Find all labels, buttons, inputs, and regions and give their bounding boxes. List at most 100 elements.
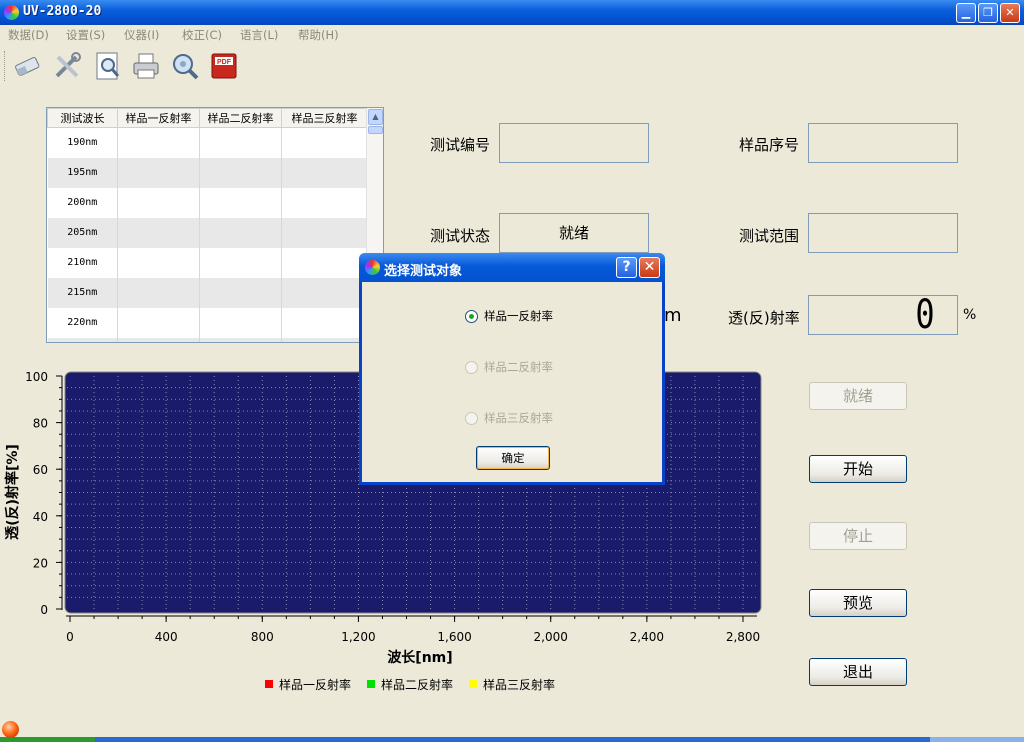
- table-row[interactable]: 195nm: [47, 157, 368, 188]
- cell-sample2[interactable]: [199, 157, 282, 188]
- radio-icon[interactable]: [465, 412, 478, 425]
- search-settings-icon[interactable]: [170, 51, 200, 81]
- printer-icon[interactable]: [131, 51, 161, 81]
- cell-sample3[interactable]: [281, 247, 368, 278]
- cell-sample1[interactable]: [117, 127, 200, 158]
- cell-sample1[interactable]: [117, 157, 200, 188]
- cell-sample1[interactable]: [117, 277, 200, 308]
- menu-language[interactable]: 语言(L): [240, 27, 278, 43]
- menu-data[interactable]: 数据(D): [8, 27, 49, 43]
- chart-legend: 样品一反射率 样品二反射率 样品三反射率: [265, 677, 555, 692]
- menu-settings[interactable]: 设置(S): [66, 27, 105, 43]
- radio-sample3[interactable]: 样品三反射率: [465, 410, 553, 426]
- radio-label: 样品三反射率: [484, 411, 553, 425]
- cell-sample3[interactable]: [281, 277, 368, 308]
- cell-wavelength[interactable]: 205nm: [47, 217, 118, 248]
- scroll-up-icon[interactable]: ▲: [368, 109, 383, 125]
- cell-sample3[interactable]: [281, 127, 368, 158]
- cell-sample2[interactable]: [199, 187, 282, 218]
- cell-wavelength[interactable]: 215nm: [47, 277, 118, 308]
- window-titlebar[interactable]: UV-2800-20 ▁ ❐ ✕: [0, 0, 1024, 25]
- table-row[interactable]: 200nm: [47, 187, 368, 218]
- x-tick-label: 2,400: [630, 630, 664, 644]
- x-tick-label: 800: [251, 630, 274, 644]
- legend-swatch-sample1: [265, 680, 273, 688]
- toolbar-grip[interactable]: [4, 51, 7, 81]
- test-status-field: 就绪: [499, 213, 649, 253]
- cell-sample3[interactable]: [281, 157, 368, 188]
- start-button[interactable]: 开始: [809, 455, 907, 483]
- scroll-thumb[interactable]: [368, 126, 383, 134]
- col-header-sample2[interactable]: 样品二反射率: [199, 108, 282, 128]
- cell-sample1[interactable]: [117, 247, 200, 278]
- cell-wavelength[interactable]: 190nm: [47, 127, 118, 158]
- cell-wavelength[interactable]: 200nm: [47, 187, 118, 218]
- cell-sample3[interactable]: [281, 187, 368, 218]
- cell-wavelength[interactable]: 220nm: [47, 307, 118, 338]
- eraser-icon[interactable]: [12, 51, 42, 81]
- data-table-panel[interactable]: 测试波长 样品一反射率 样品二反射率 样品三反射率 190nm 195nm 20…: [46, 107, 384, 343]
- cell-wavelength[interactable]: 210nm: [47, 247, 118, 278]
- cell-sample1[interactable]: [117, 307, 200, 338]
- col-header-wavelength[interactable]: 测试波长: [47, 108, 118, 128]
- dialog-help-button[interactable]: ?: [616, 257, 637, 278]
- dialog-titlebar[interactable]: 选择测试对象 ? ✕: [359, 253, 665, 282]
- cell-wavelength[interactable]: 195nm: [47, 157, 118, 188]
- y-tick-label: 0: [40, 603, 48, 617]
- x-tick-label: 400: [155, 630, 178, 644]
- ok-button[interactable]: 确定: [476, 446, 550, 470]
- cell-sample1[interactable]: [117, 337, 200, 342]
- y-axis-label: 透(反)射率[%]: [4, 444, 21, 540]
- cell-sample3[interactable]: [281, 217, 368, 248]
- status-led-icon: [2, 721, 19, 738]
- menu-help[interactable]: 帮助(H): [298, 27, 339, 43]
- stop-button[interactable]: 停止: [809, 522, 907, 550]
- exit-button[interactable]: 退出: [809, 658, 907, 686]
- dialog-app-icon: [365, 260, 380, 275]
- x-tick-label: 0: [66, 630, 74, 644]
- radio-icon[interactable]: [465, 361, 478, 374]
- legend-label-sample1: 样品一反射率: [279, 677, 351, 692]
- test-range-field: [808, 213, 958, 253]
- menu-calibration[interactable]: 校正(C): [182, 27, 222, 43]
- radio-sample2[interactable]: 样品二反射率: [465, 359, 553, 375]
- cell-sample1[interactable]: [117, 217, 200, 248]
- dialog-body: 样品一反射率 样品二反射率 样品三反射率 确定: [362, 282, 662, 482]
- cell-wavelength[interactable]: [47, 337, 118, 342]
- table-row[interactable]: 190nm: [47, 127, 368, 158]
- preview-button[interactable]: 预览: [809, 589, 907, 617]
- cell-sample1[interactable]: [117, 187, 200, 218]
- radio-sample1[interactable]: 样品一反射率: [465, 308, 553, 324]
- maximize-button[interactable]: ❐: [978, 3, 998, 23]
- close-button[interactable]: ✕: [1000, 3, 1020, 23]
- cell-sample2[interactable]: [199, 337, 282, 342]
- pdf-icon[interactable]: PDF: [209, 51, 239, 81]
- menu-instrument[interactable]: 仪器(I): [124, 27, 159, 43]
- cell-sample2[interactable]: [199, 247, 282, 278]
- cell-sample2[interactable]: [199, 277, 282, 308]
- table-row[interactable]: [47, 337, 368, 342]
- x-tick-label: 2,000: [534, 630, 568, 644]
- select-test-object-dialog: 选择测试对象 ? ✕ 样品一反射率 样品二反射率 样品三反射率 确定: [359, 253, 665, 485]
- table-row[interactable]: 215nm: [47, 277, 368, 308]
- cell-sample3[interactable]: [281, 337, 368, 342]
- cell-sample2[interactable]: [199, 127, 282, 158]
- ready-button[interactable]: 就绪: [809, 382, 907, 410]
- test-status-label: 测试状态: [430, 227, 491, 245]
- y-tick-label: 100: [25, 370, 48, 384]
- tools-icon[interactable]: [52, 51, 82, 81]
- col-header-sample3[interactable]: 样品三反射率: [281, 108, 368, 128]
- col-header-sample1[interactable]: 样品一反射率: [117, 108, 200, 128]
- radio-selected-icon[interactable]: [465, 310, 478, 323]
- preview-icon[interactable]: [93, 51, 123, 81]
- table-row[interactable]: 220nm: [47, 307, 368, 338]
- status-progress-line: [0, 737, 1024, 742]
- table-row[interactable]: 205nm: [47, 217, 368, 248]
- cell-sample3[interactable]: [281, 307, 368, 338]
- cell-sample2[interactable]: [199, 217, 282, 248]
- cell-sample2[interactable]: [199, 307, 282, 338]
- minimize-button[interactable]: ▁: [956, 3, 976, 23]
- data-table: 测试波长 样品一反射率 样品二反射率 样品三反射率 190nm 195nm 20…: [47, 108, 368, 342]
- dialog-close-button[interactable]: ✕: [639, 257, 660, 278]
- table-row[interactable]: 210nm: [47, 247, 368, 278]
